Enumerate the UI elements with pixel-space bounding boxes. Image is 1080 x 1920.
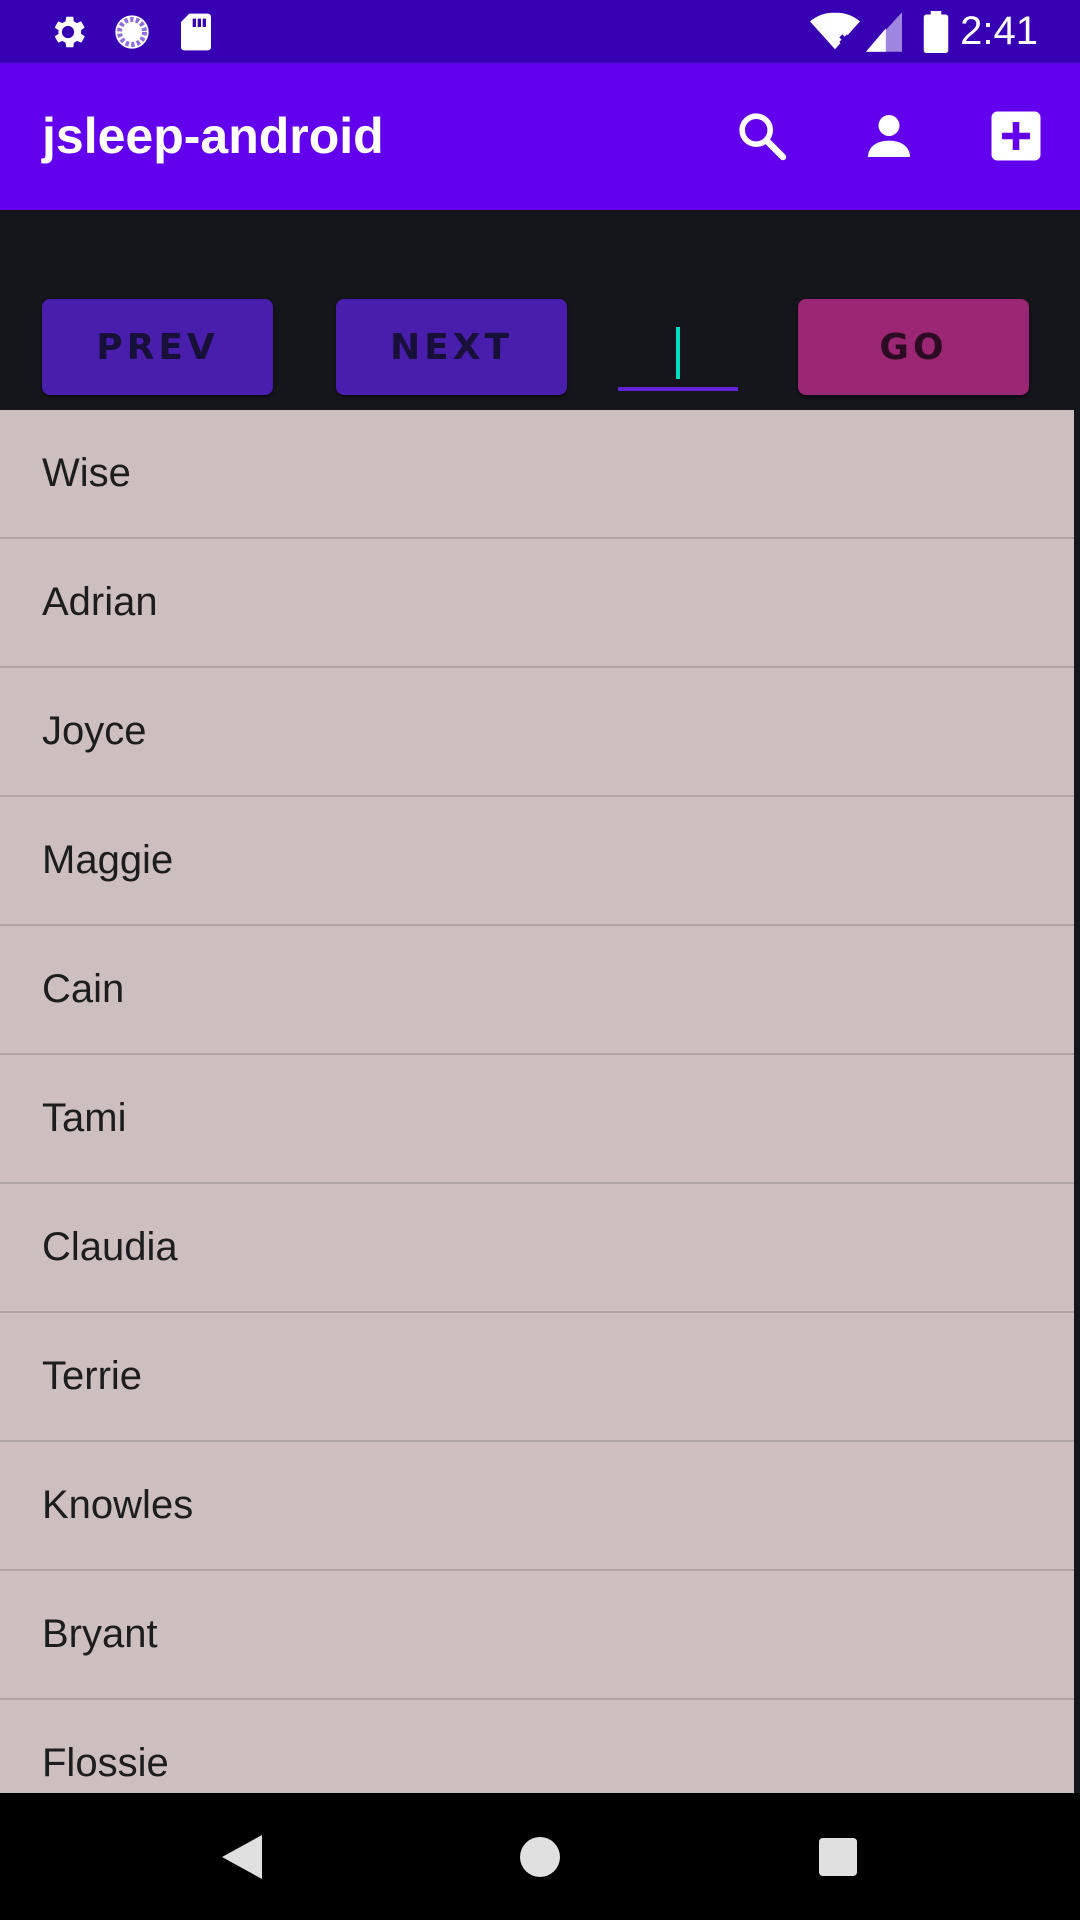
prev-button[interactable]: PREV — [42, 299, 273, 395]
app-title: jsleep-android — [42, 108, 384, 164]
person-icon[interactable] — [857, 104, 921, 168]
list-item[interactable]: Flossie — [0, 1700, 1074, 1793]
list-item[interactable]: Claudia — [0, 1184, 1074, 1313]
search-icon[interactable] — [730, 104, 794, 168]
list-item[interactable]: Knowles — [0, 1442, 1074, 1571]
app-screen: 2:41 jsleep-android PREV NEXT GO Wise Ad… — [0, 0, 1080, 1920]
list-item[interactable]: Terrie — [0, 1313, 1074, 1442]
text-caret — [676, 327, 680, 379]
sd-card-icon — [172, 0, 220, 63]
wifi-icon — [808, 0, 862, 63]
system-nav-bar — [0, 1793, 1080, 1920]
battery-icon — [916, 0, 956, 63]
home-icon[interactable] — [500, 1817, 580, 1897]
list-item[interactable]: Bryant — [0, 1571, 1074, 1700]
gear-icon — [44, 0, 92, 63]
page-number-input[interactable] — [618, 311, 738, 391]
list-item[interactable]: Adrian — [0, 539, 1074, 668]
status-bar: 2:41 — [0, 0, 1080, 63]
add-box-icon[interactable] — [984, 104, 1048, 168]
list-item[interactable]: Tami — [0, 1055, 1074, 1184]
recents-icon[interactable] — [798, 1817, 878, 1897]
room-list[interactable]: Wise Adrian Joyce Maggie Cain Tami Claud… — [0, 410, 1074, 1793]
list-item[interactable]: Joyce — [0, 668, 1074, 797]
app-bar: jsleep-android — [0, 63, 1080, 210]
list-item[interactable]: Wise — [0, 410, 1074, 539]
status-time: 2:41 — [960, 9, 1038, 53]
list-edge — [1074, 410, 1080, 1793]
list-item[interactable]: Cain — [0, 926, 1074, 1055]
signal-icon — [864, 0, 904, 63]
back-icon[interactable] — [202, 1817, 282, 1897]
list-item[interactable]: Maggie — [0, 797, 1074, 926]
go-button[interactable]: GO — [798, 299, 1029, 395]
pagination-controls: PREV NEXT GO — [0, 210, 1080, 410]
sync-circle-icon — [108, 0, 156, 63]
next-button[interactable]: NEXT — [336, 299, 567, 395]
